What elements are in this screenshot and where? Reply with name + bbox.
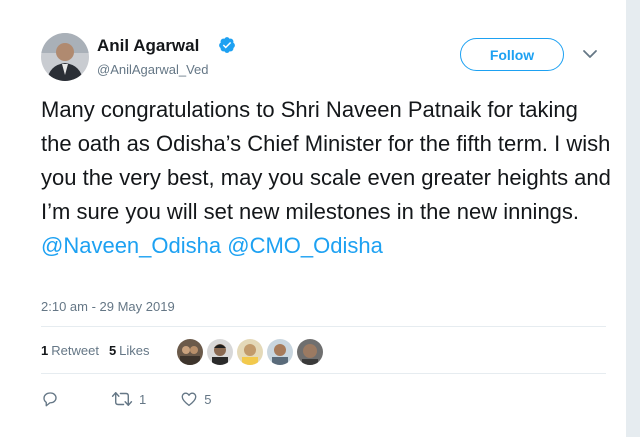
retweet-button[interactable]: 1 <box>111 390 146 408</box>
author-avatar[interactable] <box>41 33 89 81</box>
chevron-down-icon[interactable] <box>582 48 598 60</box>
liker-avatar[interactable] <box>207 339 233 365</box>
page-edge <box>626 0 640 437</box>
tweet-timestamp[interactable]: 2:10 am - 29 May 2019 <box>41 299 175 314</box>
liker-avatar[interactable] <box>267 339 293 365</box>
tweet-stats: 1 Retweet 5 Likes <box>41 343 150 358</box>
divider <box>41 326 606 327</box>
retweet-icon <box>111 392 133 406</box>
author-avatar-image <box>41 33 89 81</box>
retweet-label: Retweet <box>51 343 99 358</box>
follow-button[interactable]: Follow <box>460 38 564 71</box>
liker-avatar[interactable] <box>237 339 263 365</box>
like-button[interactable]: 5 <box>180 390 211 408</box>
heart-icon <box>181 392 197 407</box>
retweet-stat[interactable]: 1 Retweet <box>41 343 99 358</box>
author-name[interactable]: Anil Agarwal <box>97 36 199 56</box>
likes-stat[interactable]: 5 Likes <box>109 343 150 358</box>
liker-avatar[interactable] <box>297 339 323 365</box>
likes-label: Likes <box>119 343 150 358</box>
likers-avatars <box>177 339 323 365</box>
verified-badge-icon <box>219 37 235 53</box>
author-handle[interactable]: @AnilAgarwal_Ved <box>97 62 208 77</box>
tweet-card: Anil Agarwal @AnilAgarwal_Ved Follow Man… <box>0 0 626 437</box>
likes-count: 5 <box>108 343 117 358</box>
mention-link[interactable]: @CMO_Odisha <box>227 233 383 258</box>
retweet-count: 1 <box>41 343 49 358</box>
like-action-count: 5 <box>204 391 212 407</box>
tweet-body: Many congratulations to Shri Naveen Patn… <box>41 97 611 224</box>
tweet-actions: 1 5 <box>41 388 211 410</box>
tweet-text: Many congratulations to Shri Naveen Patn… <box>41 93 611 263</box>
divider <box>41 373 606 374</box>
reply-button[interactable] <box>41 390 59 408</box>
mention-link[interactable]: @Naveen_Odisha <box>41 233 221 258</box>
reply-icon <box>43 392 57 407</box>
retweet-action-count: 1 <box>139 391 147 407</box>
liker-avatar[interactable] <box>177 339 203 365</box>
